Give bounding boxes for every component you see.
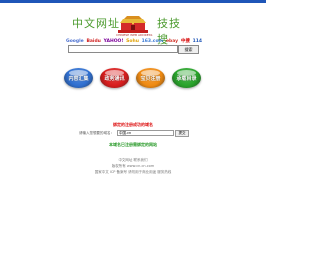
- brand-name-left: 中文网址: [72, 17, 120, 30]
- footer-line-1: 中文网址 联系我们: [118, 158, 148, 162]
- engine-link-8[interactable]: 114: [193, 39, 202, 44]
- search-button[interactable]: 搜索: [178, 45, 199, 54]
- orb-button-3[interactable]: 宝贝注册: [136, 68, 165, 88]
- notice-heading: 绑定的注册成功的域名: [113, 122, 153, 127]
- search-engine-links: Google Baidu YAHOO! Sohu 163.com ebay 中搜 114: [66, 37, 202, 45]
- engine-link-1[interactable]: Google: [66, 39, 84, 44]
- site-logo-banner: 中文网址 CHINESE WEB ADDRESS 技技搜: [72, 13, 192, 46]
- orb-button-1[interactable]: 内容汇集: [64, 68, 93, 88]
- tiananmen-gate-logo-icon: [118, 16, 148, 33]
- orb-label-4: 承载目录: [176, 75, 197, 82]
- search-bar: 搜索: [68, 45, 199, 54]
- footer-line-2: 版权所有 www.cn.cn.com: [111, 164, 155, 168]
- domain-form: 请输入您想要的域名： 中国.cn 提交: [79, 130, 189, 137]
- domain-prompt: 请输入您想要的域名：: [79, 131, 114, 135]
- engine-link-3[interactable]: YAHOO!: [104, 39, 124, 44]
- engine-link-7[interactable]: 中搜: [181, 38, 190, 44]
- engine-link-2[interactable]: Baidu: [86, 39, 100, 44]
- orb-button-4[interactable]: 承载目录: [172, 68, 201, 88]
- footer-line-3: 国家中文 ICP 备案号 请勿用于商业用途 服务热线: [94, 170, 172, 174]
- engine-link-6[interactable]: ebay: [166, 39, 178, 44]
- orb-label-3: 宝贝注册: [140, 75, 161, 82]
- search-input[interactable]: [68, 45, 178, 53]
- top-accent-bar: [0, 0, 266, 3]
- domain-submit-button[interactable]: 提交: [175, 130, 189, 137]
- orb-label-2: 政务通讯: [104, 75, 125, 82]
- engine-link-5[interactable]: 163.com: [142, 39, 164, 44]
- engine-link-4[interactable]: Sohu: [126, 39, 139, 44]
- domain-input[interactable]: 中国.cn: [117, 130, 174, 136]
- orb-label-1: 内容汇集: [68, 75, 89, 82]
- orb-button-2[interactable]: 政务通讯: [100, 68, 129, 88]
- notice-tip: 本域名已注册需绑定的网站: [109, 142, 157, 147]
